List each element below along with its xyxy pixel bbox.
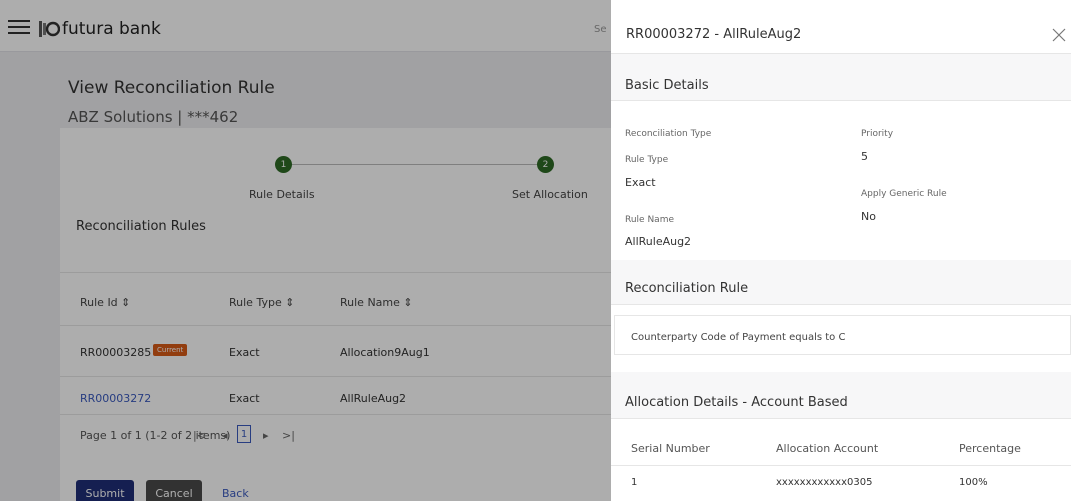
reconciliation-type-label: Reconciliation Type bbox=[625, 129, 712, 139]
allocation-account: xxxxxxxxxxxx0305 bbox=[776, 477, 873, 488]
column-header-percentage: Percentage bbox=[959, 442, 1021, 455]
allocation-divider bbox=[611, 418, 1071, 419]
allocation-heading: Allocation Details - Account Based bbox=[625, 395, 848, 410]
rule-expression-text: Counterparty Code of Payment equals to C bbox=[631, 332, 846, 343]
column-header-serial-number: Serial Number bbox=[631, 442, 710, 455]
apply-generic-rule-value: No bbox=[861, 210, 876, 223]
modal-overlay[interactable] bbox=[0, 0, 611, 501]
apply-generic-rule-label: Apply Generic Rule bbox=[861, 189, 947, 199]
priority-label: Priority bbox=[861, 129, 894, 139]
rule-type-label: Rule Type bbox=[625, 155, 669, 165]
rule-detail-panel: RR00003272 - AllRuleAug2 Basic Details R… bbox=[611, 0, 1071, 501]
priority-value: 5 bbox=[861, 150, 868, 163]
column-header-allocation-account: Allocation Account bbox=[776, 442, 879, 455]
rule-name-value: AllRuleAug2 bbox=[625, 235, 692, 248]
panel-title: RR00003272 - AllRuleAug2 bbox=[626, 27, 802, 42]
allocation-serial-number: 1 bbox=[631, 477, 638, 488]
allocation-percentage: 100% bbox=[959, 477, 988, 488]
reconciliation-rule-heading: Reconciliation Rule bbox=[625, 281, 749, 296]
rule-name-label: Rule Name bbox=[625, 215, 675, 225]
basic-details-header bbox=[611, 54, 1071, 100]
basic-details-heading: Basic Details bbox=[625, 78, 709, 93]
close-icon[interactable] bbox=[1052, 28, 1066, 42]
reconciliation-rule-divider bbox=[611, 304, 1071, 305]
basic-details-divider bbox=[611, 100, 1071, 101]
allocation-table-divider bbox=[611, 465, 1071, 466]
rule-type-value: Exact bbox=[625, 176, 656, 189]
